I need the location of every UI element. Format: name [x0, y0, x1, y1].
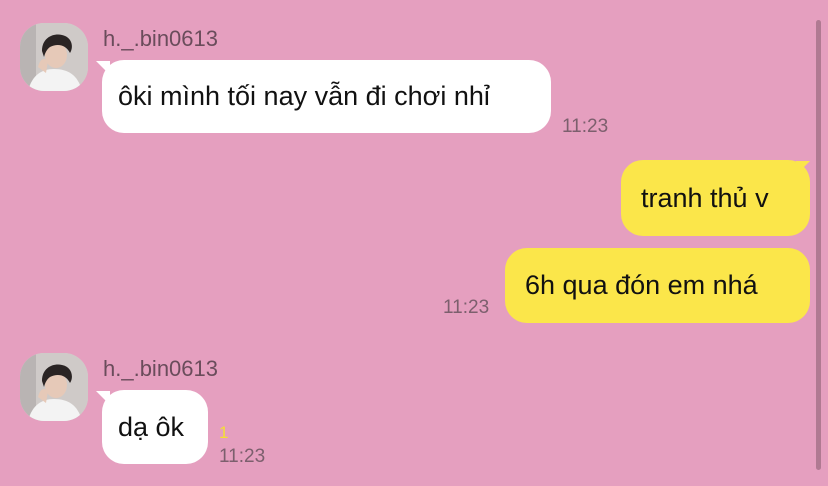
message-timestamp: 11:23 [562, 116, 609, 137]
profile-photo-icon [20, 353, 88, 421]
avatar[interactable] [20, 23, 88, 91]
avatar[interactable] [20, 353, 88, 421]
sender-name: h._.bin0613 [103, 26, 218, 51]
outgoing-message-bubble[interactable]: 6h qua đón em nhá [505, 248, 810, 323]
message-text: 6h qua đón em nhá [525, 270, 758, 300]
sender-name: h._.bin0613 [103, 356, 218, 381]
unread-count: 1 [219, 423, 229, 442]
chat-scrollbar[interactable] [816, 20, 821, 470]
outgoing-message-bubble[interactable]: tranh thủ v [621, 160, 810, 236]
message-timestamp: 11:23 [219, 446, 266, 467]
incoming-message-bubble[interactable]: ôki mình tối nay vẫn đi chơi nhỉ [102, 60, 551, 133]
message-text: tranh thủ v [641, 182, 769, 213]
message-text: ôki mình tối nay vẫn đi chơi nhỉ [118, 81, 490, 111]
profile-photo-icon [20, 23, 88, 91]
message-text: dạ ôk [118, 411, 185, 442]
incoming-message-bubble[interactable]: dạ ôk [102, 390, 208, 464]
message-timestamp: 11:23 [443, 297, 490, 318]
